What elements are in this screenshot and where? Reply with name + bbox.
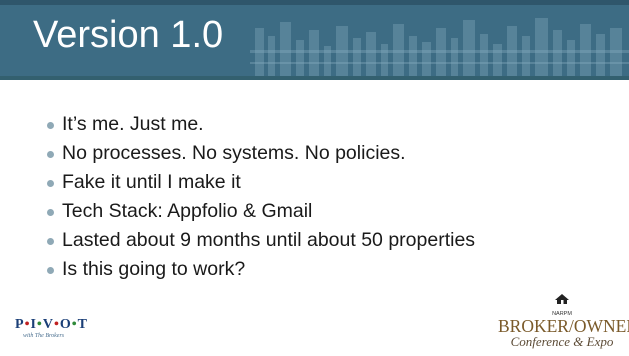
bullet-text: Fake it until I make it	[62, 171, 241, 193]
broker-owner-subtitle: Conference & Expo	[510, 334, 614, 349]
broker-owner-logo: NARPM BROKER/OWNER Conference & Expo	[498, 292, 629, 352]
bullet-text: Is this going to work?	[62, 258, 246, 280]
bullet-item: It’s me. Just me.	[47, 110, 475, 139]
bullet-text: No processes. No systems. No policies.	[62, 142, 406, 164]
bullet-item: Lasted about 9 months until about 50 pro…	[47, 226, 475, 255]
bullet-text: Tech Stack: Appfolio & Gmail	[62, 200, 313, 222]
bullet-dot-icon	[47, 151, 54, 158]
slide: Version 1.0 It’s me. Just me. No process…	[0, 0, 629, 356]
bullet-dot-icon	[47, 267, 54, 274]
slide-title: Version 1.0	[33, 14, 224, 56]
house-icon	[555, 294, 569, 304]
bullet-list: It’s me. Just me. No processes. No syste…	[47, 110, 475, 284]
bullet-text: Lasted about 9 months until about 50 pro…	[62, 229, 476, 251]
bullet-dot-icon	[47, 209, 54, 216]
bullet-item: Fake it until I make it	[47, 168, 475, 197]
title-band: Version 1.0	[0, 0, 629, 80]
bullet-item: No processes. No systems. No policies.	[47, 139, 475, 168]
bullet-dot-icon	[47, 238, 54, 245]
bullet-item: Is this going to work?	[47, 255, 475, 284]
bullet-dot-icon	[47, 180, 54, 187]
bullet-dot-icon	[47, 122, 54, 129]
broker-owner-title: BROKER/OWNER	[498, 316, 629, 336]
pivot-logo-tagline: with The Brokers	[23, 333, 65, 339]
bullet-text: It’s me. Just me.	[62, 113, 204, 135]
bullet-item: Tech Stack: Appfolio & Gmail	[47, 197, 475, 226]
pivot-logo-word: P•I•V•O•T	[15, 317, 88, 332]
pivot-logo: P•I•V•O•T with The Brokers	[15, 318, 95, 346]
